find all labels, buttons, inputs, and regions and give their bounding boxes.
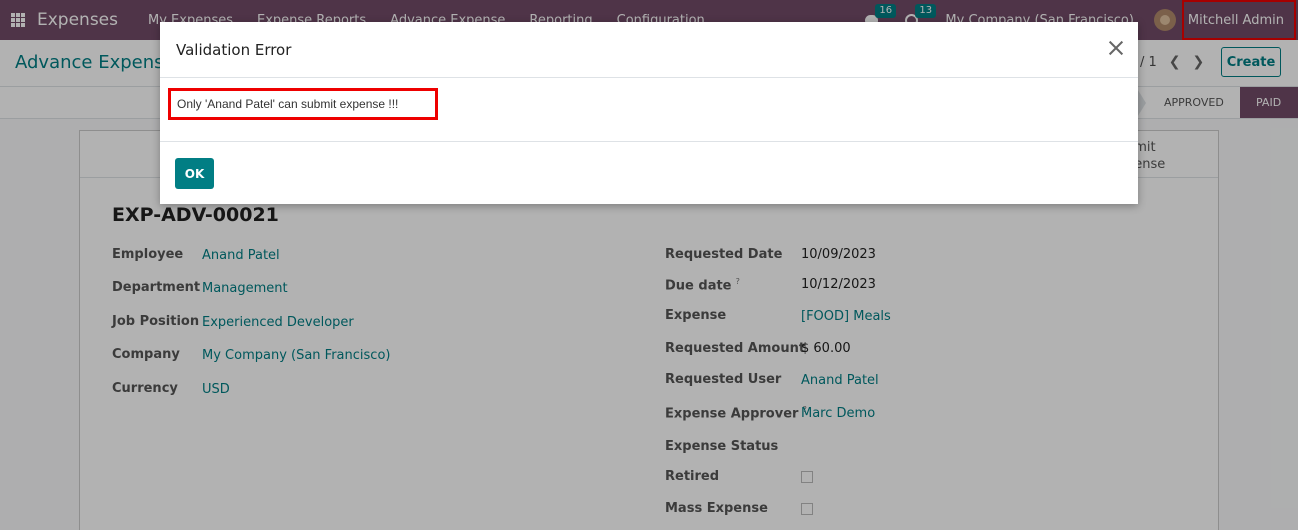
error-message: Only 'Anand Patel' can submit expense !!… [168, 88, 438, 120]
ok-button[interactable]: OK [175, 158, 214, 189]
dialog-body: Only 'Anand Patel' can submit expense !!… [160, 78, 1138, 142]
close-icon[interactable] [1108, 40, 1124, 56]
error-message-text: Only 'Anand Patel' can submit expense !!… [177, 97, 399, 111]
validation-error-dialog: Validation Error Only 'Anand Patel' can … [160, 22, 1138, 204]
dialog-title: Validation Error [176, 40, 292, 59]
dialog-header: Validation Error [160, 22, 1138, 78]
